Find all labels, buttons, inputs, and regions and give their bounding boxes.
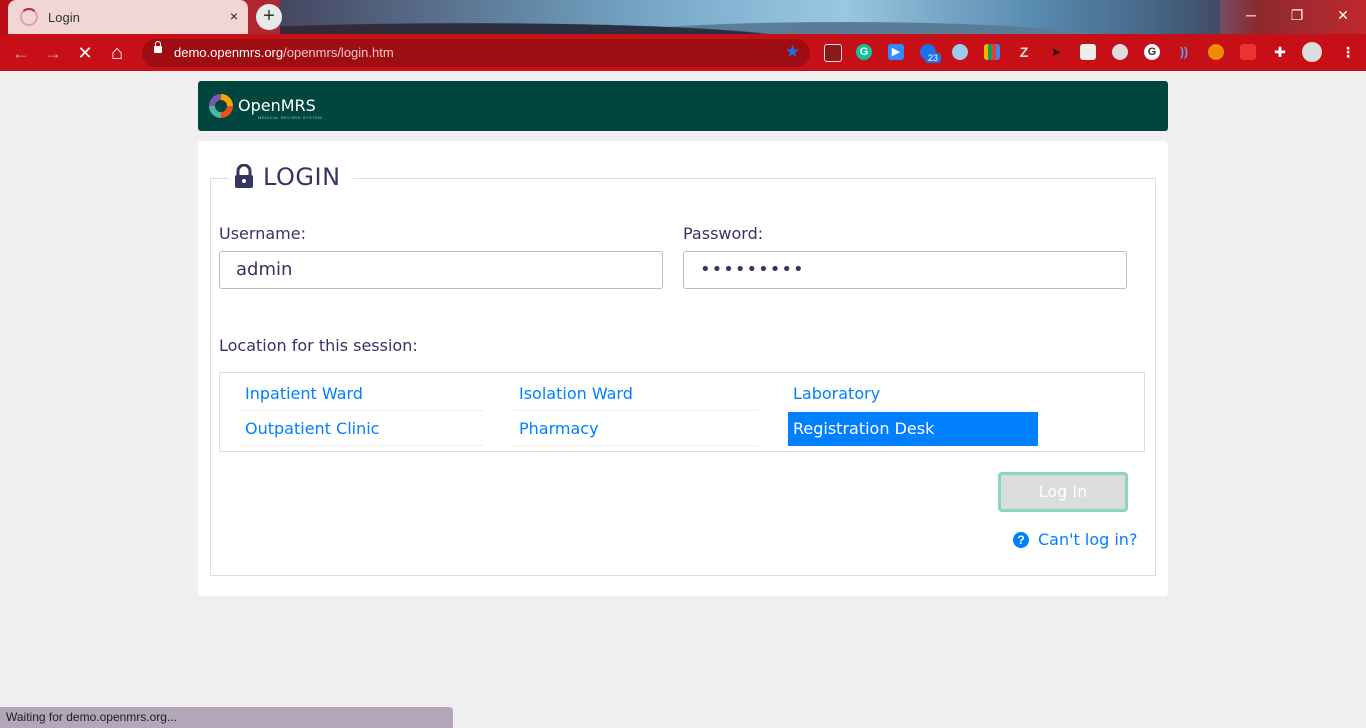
- menu-dots-icon[interactable]: ⋮: [1340, 44, 1356, 60]
- mail-extension-icon[interactable]: [1240, 44, 1256, 60]
- location-registration-desk[interactable]: Registration Desk: [788, 412, 1038, 446]
- calendar-extension-icon[interactable]: [824, 44, 842, 62]
- location-laboratory[interactable]: Laboratory: [788, 377, 1032, 411]
- logo-text: OpenMRS: [238, 96, 316, 115]
- location-list: Inpatient Ward Isolation Ward Laboratory…: [219, 372, 1145, 452]
- back-button[interactable]: ←: [8, 40, 34, 66]
- minimize-button[interactable]: ─: [1228, 0, 1274, 30]
- z-extension-icon[interactable]: Z: [1016, 44, 1032, 60]
- openmrs-logo-icon: [209, 94, 233, 118]
- openmrs-header: OpenMRS MEDICAL RECORD SYSTEM: [198, 81, 1168, 131]
- location-label: Location for this session:: [219, 336, 418, 355]
- bars-extension-icon[interactable]: [984, 44, 1000, 60]
- loading-spinner-icon: [20, 8, 38, 26]
- bookmark-star-icon[interactable]: ★: [785, 42, 800, 62]
- browser-titlebar: Login × + ─ ❐ ✕: [0, 0, 1366, 34]
- login-title: LOGIN: [263, 163, 341, 191]
- stop-loading-button[interactable]: ✕: [72, 40, 98, 66]
- password-input[interactable]: •••••••••: [683, 251, 1127, 289]
- cursor-extension-icon[interactable]: ➤: [1048, 44, 1064, 60]
- qr-extension-icon[interactable]: [1080, 44, 1096, 60]
- location-inpatient-ward[interactable]: Inpatient Ward: [240, 377, 484, 411]
- globe-extension-icon[interactable]: [952, 44, 968, 60]
- location-pharmacy[interactable]: Pharmacy: [514, 412, 758, 446]
- password-label: Password:: [683, 224, 764, 243]
- zoom-extension-icon[interactable]: ▶: [888, 44, 904, 60]
- browser-toolbar: ← → ✕ ⌂ demo.openmrs.org/openmrs/login.h…: [0, 34, 1366, 71]
- home-button[interactable]: ⌂: [104, 40, 130, 66]
- cant-login-text[interactable]: Can't log in?: [1038, 530, 1137, 549]
- close-window-button[interactable]: ✕: [1320, 0, 1366, 30]
- url-text: demo.openmrs.org/openmrs/login.htm: [174, 45, 394, 60]
- address-bar[interactable]: demo.openmrs.org/openmrs/login.htm ★: [142, 39, 810, 67]
- padlock-icon: [235, 164, 253, 188]
- extensions-puzzle-icon[interactable]: ✚: [1272, 44, 1288, 60]
- username-label: Username:: [219, 224, 306, 243]
- login-button[interactable]: Log In: [998, 472, 1128, 512]
- location-outpatient-clinic[interactable]: Outpatient Clinic: [240, 412, 484, 446]
- signal-extension-icon[interactable]: )): [1176, 44, 1192, 60]
- tab-close-icon[interactable]: ×: [230, 8, 238, 24]
- profile-avatar[interactable]: [1302, 42, 1322, 62]
- login-fieldset: LOGIN Username: admin Password: ••••••••…: [210, 163, 1156, 576]
- username-input[interactable]: admin: [219, 251, 663, 289]
- login-card: LOGIN Username: admin Password: ••••••••…: [198, 141, 1168, 596]
- cant-login-link[interactable]: ? Can't log in?: [1013, 530, 1137, 549]
- extension-badge: 23: [925, 53, 942, 63]
- new-tab-button[interactable]: +: [256, 4, 282, 30]
- lock-icon: [154, 41, 162, 53]
- url-host: demo.openmrs.org: [174, 45, 284, 60]
- forward-button[interactable]: →: [40, 40, 66, 66]
- login-legend: LOGIN: [229, 163, 353, 191]
- browser-tab[interactable]: Login ×: [8, 0, 248, 34]
- location-isolation-ward[interactable]: Isolation Ward: [514, 377, 758, 411]
- status-bar: Waiting for demo.openmrs.org...: [0, 707, 453, 728]
- tab-title: Login: [48, 9, 80, 25]
- restore-button[interactable]: ❐: [1274, 0, 1320, 30]
- grammarly-extension-icon[interactable]: G: [856, 44, 872, 60]
- g-extension-icon[interactable]: G: [1144, 44, 1160, 60]
- titlebar-background: [280, 0, 1220, 34]
- help-icon: ?: [1013, 531, 1029, 548]
- logo-subtext: MEDICAL RECORD SYSTEM: [258, 115, 323, 120]
- url-path: /openmrs/login.htm: [283, 45, 394, 60]
- search-extension-icon[interactable]: [1208, 44, 1224, 60]
- bulb-extension-icon[interactable]: [1112, 44, 1128, 60]
